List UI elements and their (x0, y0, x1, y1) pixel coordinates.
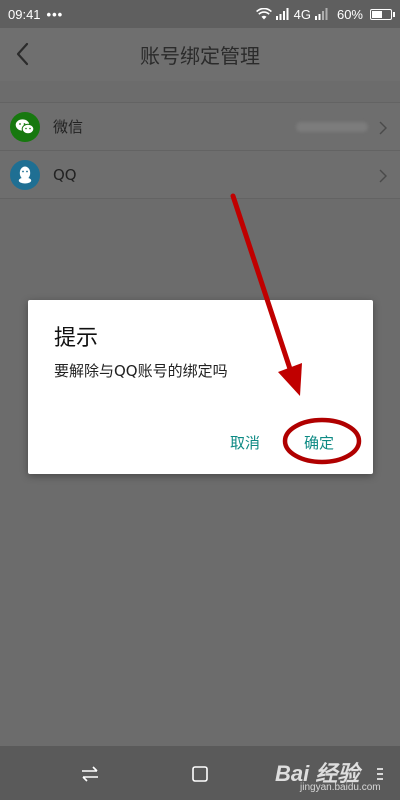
menu-icon[interactable] (370, 764, 390, 784)
battery-fill (372, 10, 382, 18)
status-dots: ••• (46, 6, 64, 22)
qq-icon (10, 159, 40, 190)
battery-percent: 60% (336, 6, 363, 22)
battery-icon (370, 8, 395, 20)
home-square-icon[interactable] (190, 764, 210, 784)
page-title: 账号绑定管理 (140, 44, 260, 68)
list-item-label: 微信 (53, 118, 84, 136)
chevron-left-icon[interactable] (10, 40, 36, 68)
watermark-url: jingyan.baidu.com (300, 782, 381, 793)
status-indicators: 4G 60% (255, 6, 395, 22)
network-type: 4G (293, 6, 311, 22)
wifi-icon (255, 8, 272, 20)
status-bar: 09:41 ••• 4G 60% (0, 0, 400, 28)
chevron-right-icon (379, 121, 387, 135)
signal-icon (275, 8, 289, 20)
screen: 09:41 ••• 4G 60% 账号绑定管理 微信 QQ 提示 要解除与QQ账… (0, 0, 400, 800)
account-list: 微信 QQ (0, 102, 400, 199)
list-item-qq[interactable]: QQ (0, 151, 400, 199)
chevron-right-icon (379, 169, 387, 183)
confirm-dialog: 提示 要解除与QQ账号的绑定吗 取消 确定 (28, 300, 373, 474)
app-header: 账号绑定管理 (0, 28, 400, 81)
wechat-icon (10, 111, 40, 142)
dialog-message: 要解除与QQ账号的绑定吗 (54, 362, 228, 380)
confirm-button[interactable]: 确定 (304, 432, 334, 453)
cancel-button[interactable]: 取消 (230, 432, 260, 453)
status-time: 09:41 (8, 6, 41, 22)
switch-arrows-icon[interactable] (80, 764, 100, 784)
list-item-label: QQ (53, 165, 77, 184)
dialog-title: 提示 (54, 326, 99, 351)
list-item-wechat[interactable]: 微信 (0, 103, 400, 151)
blurred-account-name (296, 122, 368, 132)
signal-icon-secondary (314, 8, 328, 20)
